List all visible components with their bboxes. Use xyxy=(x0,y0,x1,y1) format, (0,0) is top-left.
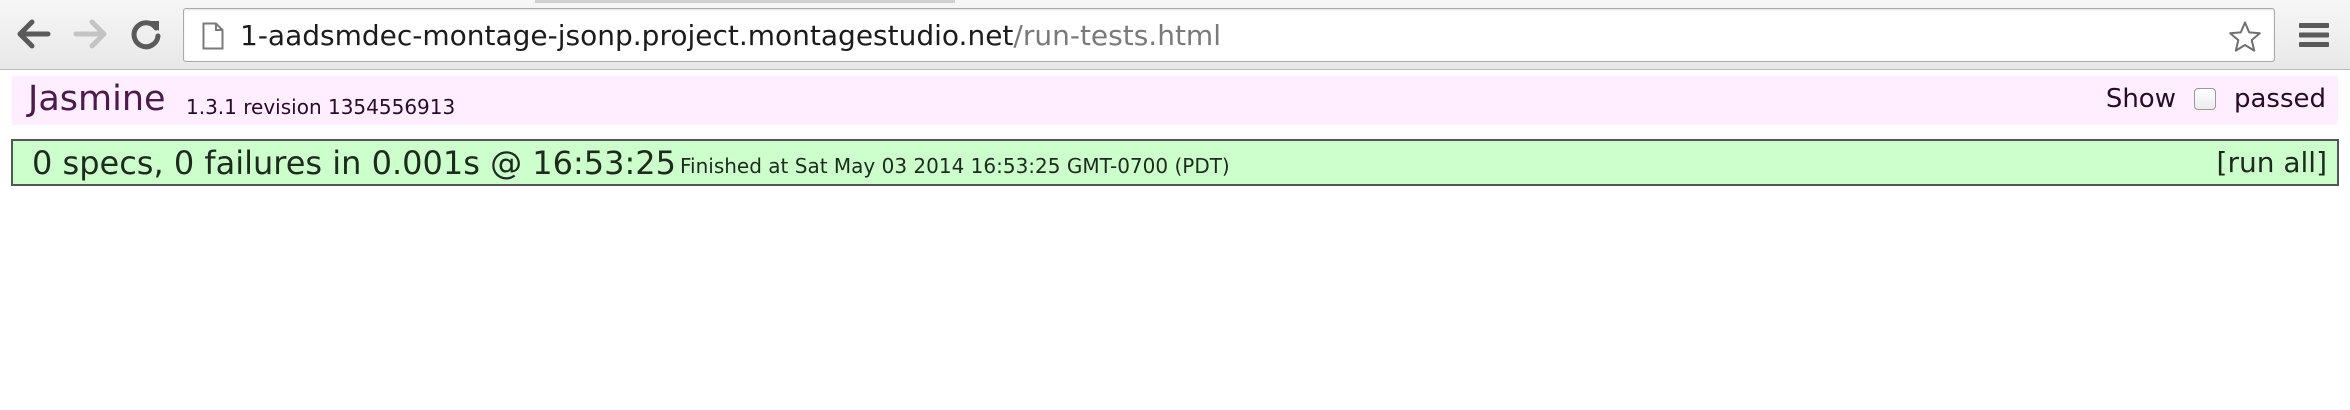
jasmine-version: 1.3.1 revision 1354556913 xyxy=(186,95,456,119)
show-passed-option: Show passed xyxy=(2106,84,2326,114)
run-all-link[interactable]: [run all] xyxy=(2217,146,2327,179)
browser-toolbar: 1-aadsmdec-montage-jsonp.project.montage… xyxy=(0,0,2350,70)
back-button[interactable] xyxy=(14,14,54,54)
star-icon[interactable] xyxy=(2228,20,2262,54)
jasmine-banner: Jasmine 1.3.1 revision 1354556913 Show p… xyxy=(12,76,2338,125)
back-arrow-icon xyxy=(17,19,51,49)
results-summary-bar: 0 specs, 0 failures in 0.001s @ 16:53:25… xyxy=(11,139,2339,186)
forward-arrow-icon xyxy=(73,19,107,49)
passed-label[interactable]: passed xyxy=(2234,84,2326,114)
show-label: Show xyxy=(2105,84,2176,114)
forward-button[interactable] xyxy=(70,14,110,54)
show-passed-checkbox[interactable] xyxy=(2193,88,2216,110)
url-host: 1-aadsmdec-montage-jsonp.project.montage… xyxy=(240,19,1014,52)
address-bar[interactable]: 1-aadsmdec-montage-jsonp.project.montage… xyxy=(183,8,2275,62)
url-path: /run-tests.html xyxy=(1013,19,1221,52)
url-text[interactable]: 1-aadsmdec-montage-jsonp.project.montage… xyxy=(240,9,1221,63)
finished-timestamp: Finished at Sat May 03 2014 16:53:25 GMT… xyxy=(680,154,1230,178)
results-summary: 0 specs, 0 failures in 0.001s @ 16:53:25 xyxy=(32,144,676,182)
hamburger-menu-icon[interactable] xyxy=(2296,17,2332,53)
reload-icon xyxy=(131,20,161,50)
page-icon xyxy=(202,22,224,50)
reload-button[interactable] xyxy=(126,14,166,54)
jasmine-title: Jasmine xyxy=(28,79,166,119)
tab-strip-edge xyxy=(535,0,955,3)
